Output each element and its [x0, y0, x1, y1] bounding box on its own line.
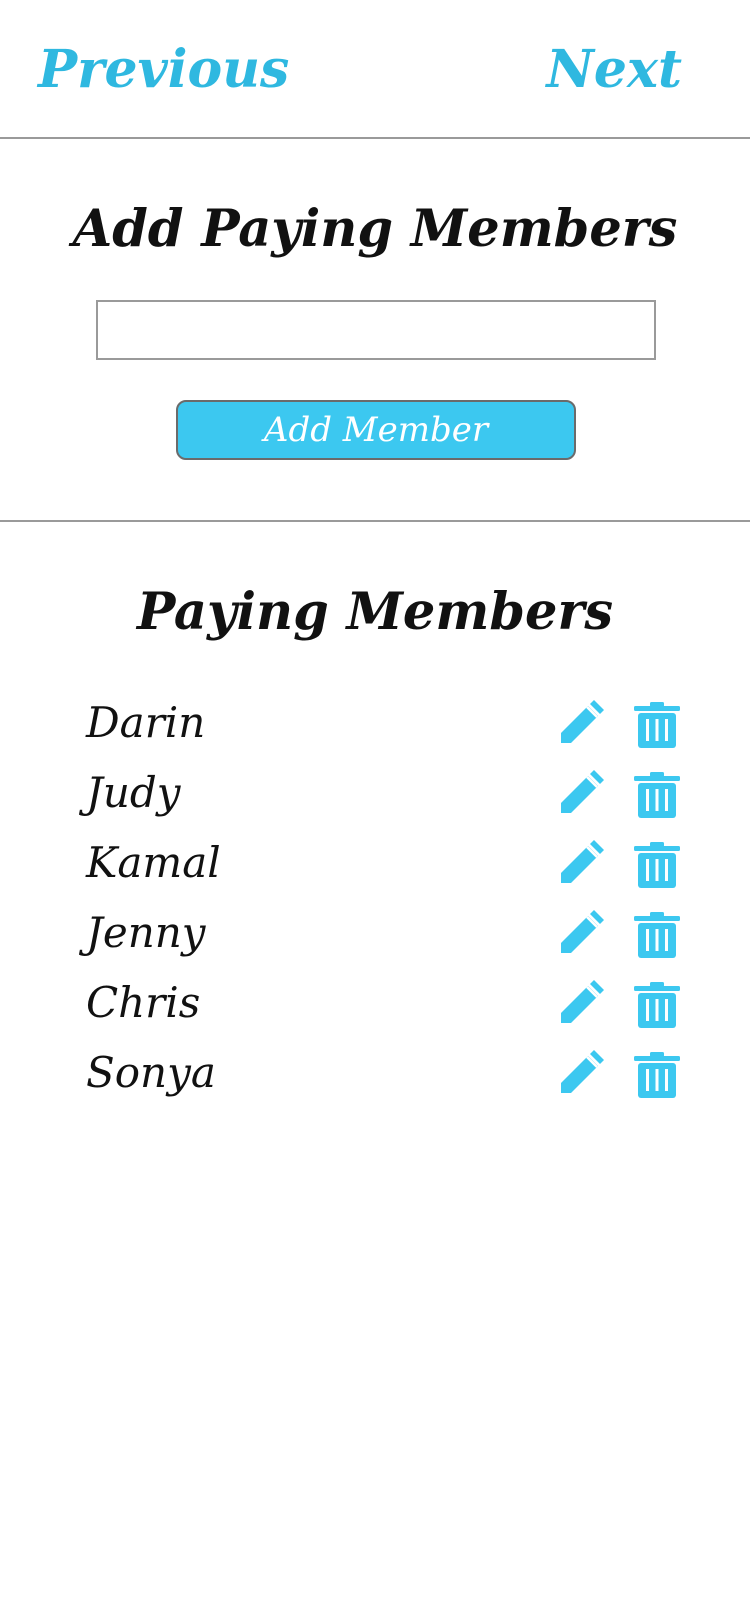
previous-link[interactable]: Previous — [38, 38, 289, 102]
add-members-title: Add Paying Members — [72, 199, 678, 259]
member-row: Darin — [0, 692, 750, 762]
trash-icon[interactable] — [632, 840, 682, 890]
member-row: Kamal — [0, 832, 750, 902]
trash-icon[interactable] — [632, 1050, 682, 1100]
pencil-icon[interactable] — [554, 840, 604, 890]
trash-icon[interactable] — [632, 980, 682, 1030]
paying-members-title: Paying Members — [136, 582, 614, 642]
member-row: Jenny — [0, 902, 750, 972]
pencil-icon[interactable] — [554, 910, 604, 960]
trash-icon[interactable] — [632, 700, 682, 750]
trash-icon[interactable] — [632, 910, 682, 960]
member-name: Jenny — [86, 908, 206, 957]
next-link[interactable]: Next — [546, 38, 682, 102]
member-row: Sonya — [0, 1042, 750, 1112]
top-divider — [0, 137, 750, 139]
pencil-icon[interactable] — [554, 980, 604, 1030]
member-name: Kamal — [86, 838, 221, 887]
member-name: Darin — [86, 698, 206, 747]
member-name: Chris — [86, 978, 201, 1027]
pencil-icon[interactable] — [554, 700, 604, 750]
add-member-button[interactable]: Add Member — [176, 400, 576, 460]
member-row: Chris — [0, 972, 750, 1042]
member-row: Judy — [0, 762, 750, 832]
member-name: Sonya — [86, 1048, 216, 1097]
member-name-input[interactable] — [96, 300, 656, 360]
top-navigation: Previous Next — [0, 0, 750, 138]
trash-icon[interactable] — [632, 770, 682, 820]
member-name: Judy — [86, 768, 181, 817]
pencil-icon[interactable] — [554, 770, 604, 820]
pencil-icon[interactable] — [554, 1050, 604, 1100]
section-divider — [0, 520, 750, 522]
member-list: Darin Judy Kamal Jenny Chris Sonya — [0, 692, 750, 1112]
